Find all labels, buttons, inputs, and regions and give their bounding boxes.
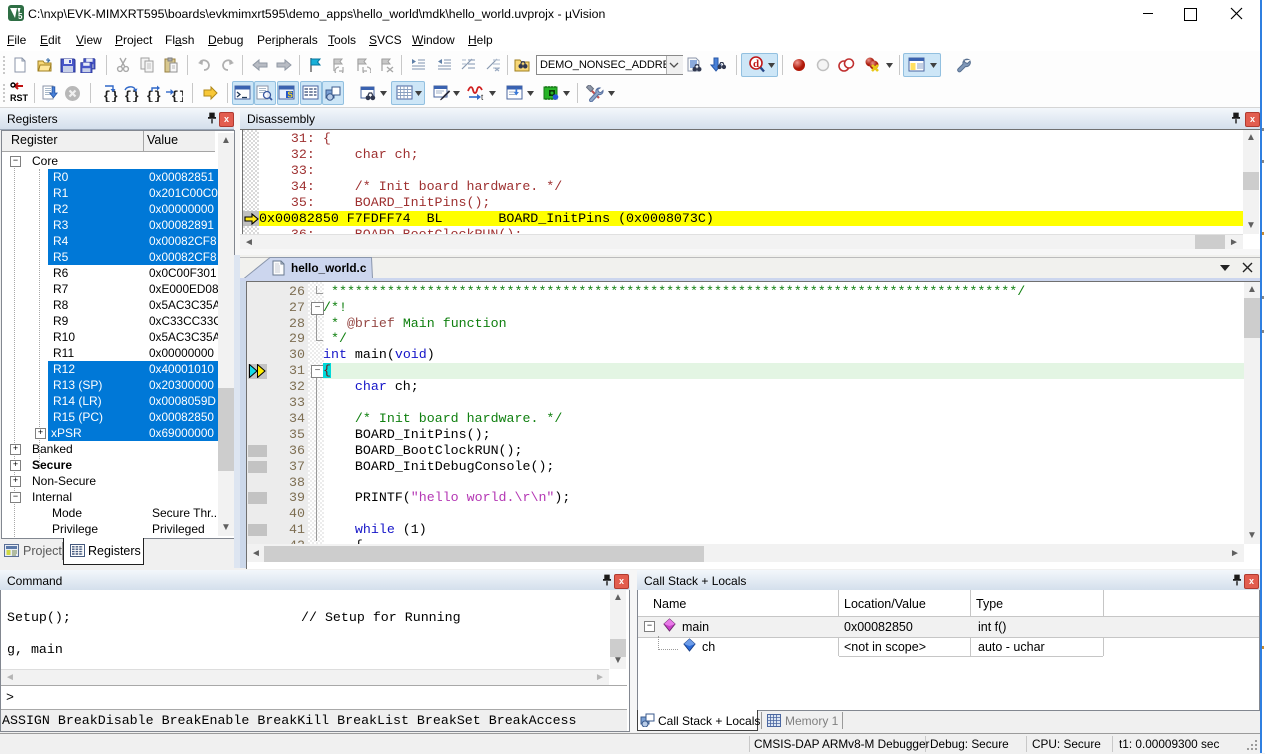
- svg-text:d: d: [753, 58, 759, 70]
- svg-text:RST: RST: [10, 93, 29, 103]
- svg-text:{}: {}: [146, 89, 162, 102]
- svg-text:S: S: [288, 91, 294, 100]
- svg-text:t: t: [481, 93, 484, 101]
- svg-text:{}: {}: [124, 89, 140, 102]
- svg-text:5: 5: [18, 12, 23, 21]
- svg-text:{}: {}: [103, 89, 119, 102]
- svg-text:{}: {}: [171, 89, 183, 102]
